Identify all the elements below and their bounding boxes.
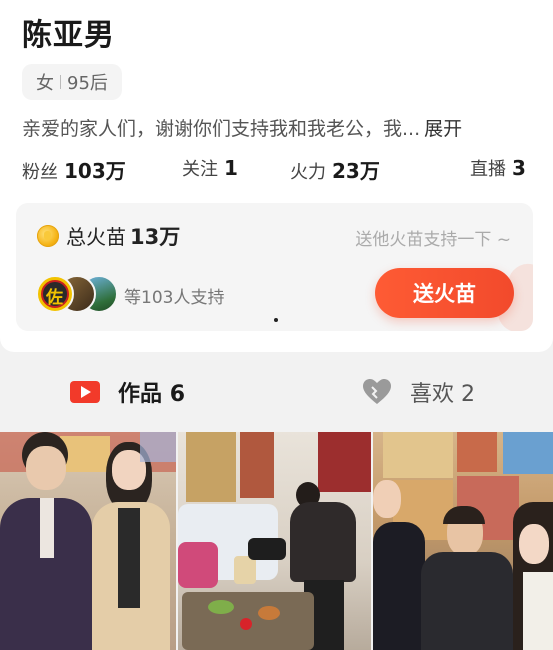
supporter-avatars[interactable] <box>36 275 118 313</box>
content-tabs: 作品 6 喜欢 2 <box>0 352 553 432</box>
stat-following[interactable]: 关注 1 <box>182 155 238 181</box>
bio-text: 亲爱的家人们，谢谢你们支持我和我老公，我... <box>22 118 421 140</box>
total-flames: 总火苗 13万 <box>66 221 180 251</box>
stat-live[interactable]: 直播 3 <box>470 155 526 181</box>
stat-label: 关注 <box>182 159 218 180</box>
flame-coin-icon <box>37 225 59 247</box>
flame-support-card: 总火苗13万 送他火苗支持一下 ~ 等103人支持 送火苗 <box>16 203 533 331</box>
video-play-icon <box>70 381 100 403</box>
stat-label: 粉丝 <box>22 162 58 183</box>
profile-stats: 粉丝 103万 关注 1 火力 23万 直播 3 <box>22 155 532 185</box>
stat-label: 直播 <box>470 159 506 180</box>
support-hint: 送他火苗支持一下 ~ <box>355 230 511 250</box>
tag-divider <box>60 75 61 89</box>
stat-value: 23万 <box>332 159 380 183</box>
supporters-count[interactable]: 等103人支持 <box>124 283 224 308</box>
stat-value: 1 <box>224 156 238 180</box>
profile-bio: 亲爱的家人们，谢谢你们支持我和我老公，我... 展开 <box>22 114 462 141</box>
total-flames-label: 总火苗 <box>66 225 126 249</box>
profile-name: 陈亚男 <box>22 18 115 53</box>
stat-value: 103万 <box>64 159 126 183</box>
send-flame-button[interactable]: 送火苗 <box>375 268 514 318</box>
video-thumbnail[interactable] <box>0 432 176 650</box>
stat-firepower[interactable]: 火力 23万 <box>290 155 380 184</box>
page-indicator-dot <box>274 318 278 322</box>
stat-label: 火力 <box>290 162 326 183</box>
tab-works-label: 作品 6 <box>118 382 185 407</box>
video-thumbnail[interactable] <box>373 432 553 650</box>
total-flames-value: 13万 <box>130 225 181 249</box>
bio-expand-link[interactable]: 展开 <box>424 118 462 140</box>
profile-tag: 女 95后 <box>22 64 122 100</box>
age-tag-label: 95后 <box>67 73 108 94</box>
heart-icon <box>363 379 391 404</box>
video-grid <box>0 432 553 650</box>
stat-followers[interactable]: 粉丝 103万 <box>22 155 126 184</box>
avatar <box>36 275 74 313</box>
gender-label: 女 <box>36 73 54 94</box>
tab-likes-label: 喜欢 2 <box>410 382 476 407</box>
profile-header: 陈亚男 女 95后 亲爱的家人们，谢谢你们支持我和我老公，我... 展开 粉丝 10… <box>0 0 553 352</box>
stat-value: 3 <box>512 156 526 180</box>
tab-works[interactable]: 作品 6 <box>70 376 185 408</box>
video-thumbnail[interactable] <box>178 432 371 650</box>
tab-likes[interactable]: 喜欢 2 <box>362 376 475 408</box>
